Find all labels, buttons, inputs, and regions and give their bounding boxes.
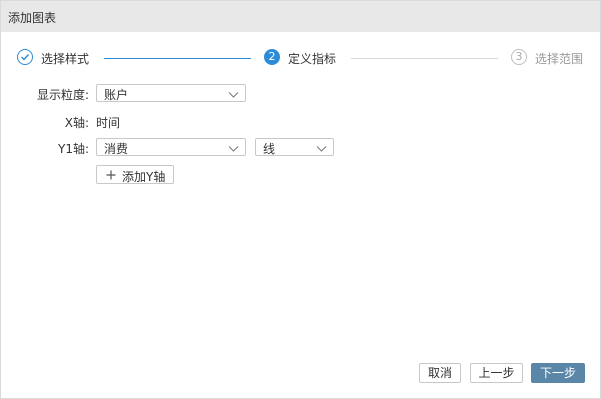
step-label-select-style: 选择样式: [41, 52, 90, 66]
y1-metric-value: 消费: [104, 142, 129, 156]
step-connector-pending: [351, 58, 498, 59]
step-number-badge: 2: [264, 49, 280, 65]
chevron-down-icon: [228, 88, 239, 102]
add-y-axis-button[interactable]: 添加Y轴: [96, 165, 174, 184]
step-number-badge: 3: [511, 49, 527, 65]
y1-metric-select[interactable]: 消费: [96, 138, 246, 156]
prev-step-button[interactable]: 上一步: [470, 363, 523, 383]
x-axis-label: X轴:: [64, 116, 89, 130]
x-axis-value: 时间: [96, 116, 121, 130]
chevron-down-icon: [316, 142, 327, 156]
y1-axis-label: Y1轴:: [57, 142, 89, 156]
add-y-axis-label: 添加Y轴: [122, 170, 166, 184]
dialog-title: 添加图表: [8, 11, 57, 25]
check-circle-icon: [17, 49, 33, 65]
plus-icon: [106, 169, 116, 183]
dialog-titlebar: 添加图表: [1, 1, 600, 32]
step-label-select-range: 选择范围: [535, 52, 584, 66]
y1-chart-type-value: 线: [263, 142, 276, 156]
step-connector-done: [104, 58, 251, 59]
next-step-button[interactable]: 下一步: [531, 363, 585, 383]
cancel-button[interactable]: 取消: [419, 363, 461, 383]
granularity-label: 显示粒度:: [36, 88, 89, 102]
granularity-select[interactable]: 账户: [96, 84, 246, 102]
add-chart-dialog: 添加图表 选择样式 2 定义指标 3 选择范围 显示粒度: 账户 X轴: 时间 …: [0, 0, 601, 399]
step-label-define-metrics: 定义指标: [288, 52, 337, 66]
y1-chart-type-select[interactable]: 线: [255, 138, 334, 156]
granularity-value: 账户: [104, 88, 129, 102]
chevron-down-icon: [228, 142, 239, 156]
